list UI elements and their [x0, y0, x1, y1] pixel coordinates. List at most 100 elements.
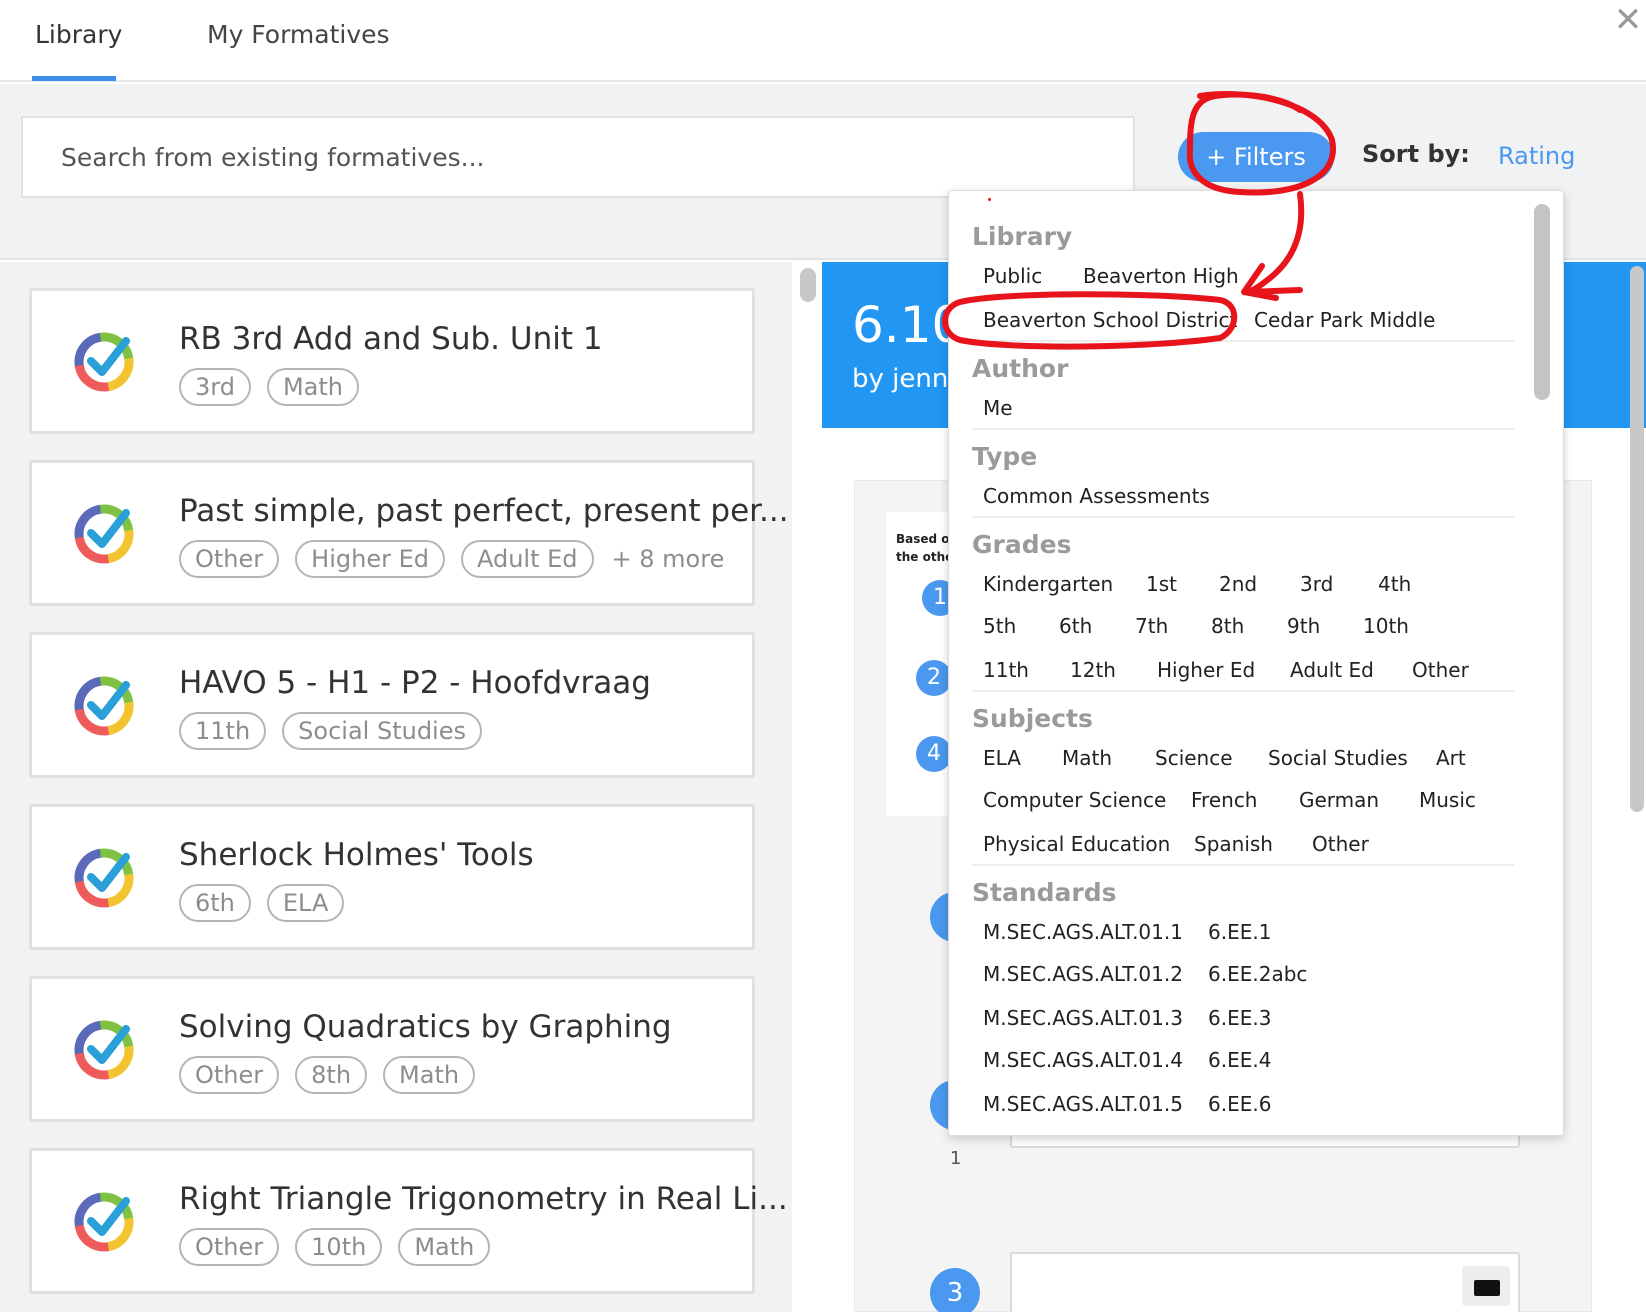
filter-option-grade[interactable]: 7th	[1135, 614, 1168, 638]
filter-option-subject[interactable]: Computer Science	[983, 788, 1166, 812]
filter-option-public[interactable]: Public	[983, 264, 1042, 288]
filter-option-subject[interactable]: Social Studies	[1268, 746, 1408, 770]
filter-option-grade[interactable]: Other	[1412, 658, 1469, 682]
subject-tag: Math	[383, 1056, 476, 1094]
grade-tag: 6th	[179, 884, 251, 922]
question-number-badge[interactable]: 4	[916, 736, 952, 772]
filter-option-subject[interactable]: ELA	[983, 746, 1021, 770]
tab-bar: Library My Formatives ✕	[0, 0, 1646, 82]
question-number-badge[interactable]: 3	[930, 1268, 980, 1312]
filter-option-grade[interactable]: Higher Ed	[1157, 658, 1255, 682]
filter-option-grade[interactable]: 10th	[1363, 614, 1409, 638]
filter-option-subject[interactable]: Other	[1312, 832, 1369, 856]
tag-list: Other 8th Math	[179, 1056, 476, 1094]
list-scrollbar[interactable]	[800, 268, 816, 302]
filter-option-grade[interactable]: 6th	[1059, 614, 1092, 638]
response-number: 1	[950, 1148, 962, 1169]
annotation-dot	[988, 198, 991, 201]
grade-tag: Other	[179, 1228, 280, 1266]
divider	[972, 428, 1514, 430]
filter-option-standard[interactable]: M.SEC.AGS.ALT.01.5	[983, 1092, 1183, 1116]
formative-logo-icon	[74, 676, 134, 736]
formative-logo-icon	[74, 1192, 134, 1252]
keyboard-icon[interactable]	[1462, 1266, 1510, 1306]
search-input[interactable]	[23, 118, 1133, 196]
filter-option-beaverton-high[interactable]: Beaverton High	[1083, 264, 1239, 288]
filter-option-subject[interactable]: Spanish	[1194, 832, 1273, 856]
filter-option-grade[interactable]: Adult Ed	[1290, 658, 1374, 682]
sort-dropdown[interactable]: Rating	[1498, 142, 1575, 170]
formative-card[interactable]: Sherlock Holmes' Tools 6th ELA	[29, 804, 755, 950]
formative-logo-icon	[74, 504, 134, 564]
filter-option-me[interactable]: Me	[983, 396, 1013, 420]
filter-option-subject[interactable]: Music	[1419, 788, 1476, 812]
filter-option-standard[interactable]: 6.EE.1	[1208, 920, 1271, 944]
grade-tag: Adult Ed	[460, 540, 594, 578]
formative-card[interactable]: Solving Quadratics by Graphing Other 8th…	[29, 976, 755, 1122]
subject-tag: Math	[398, 1228, 491, 1266]
filter-section-grades: Grades	[972, 530, 1072, 559]
grade-tag: Other	[179, 1056, 280, 1094]
filter-option-grade[interactable]: 12th	[1070, 658, 1116, 682]
search-box	[21, 116, 1135, 198]
filters-button[interactable]: + Filters	[1178, 132, 1334, 182]
tab-my-formatives[interactable]: My Formatives	[207, 20, 390, 49]
formative-logo-icon	[74, 332, 134, 392]
answer-box[interactable]	[1010, 1252, 1520, 1312]
filter-section-library: Library	[972, 222, 1073, 251]
filter-option-grade[interactable]: 9th	[1287, 614, 1320, 638]
tag-list: 6th ELA	[179, 884, 345, 922]
sort-label: Sort by:	[1362, 140, 1470, 168]
grade-tag: 3rd	[179, 368, 251, 406]
filter-option-standard[interactable]: M.SEC.AGS.ALT.01.2	[983, 962, 1183, 986]
filter-option-standard[interactable]: 6.EE.6	[1208, 1092, 1271, 1116]
tab-library[interactable]: Library	[35, 20, 122, 49]
filter-option-subject[interactable]: Science	[1155, 746, 1233, 770]
grade-tag: Higher Ed	[295, 540, 445, 578]
filter-option-grade[interactable]: Kindergarten	[983, 572, 1113, 596]
filter-option-standard[interactable]: 6.EE.4	[1208, 1048, 1271, 1072]
formative-title: Solving Quadratics by Graphing	[179, 1009, 672, 1045]
filter-option-subject[interactable]: Math	[1062, 746, 1112, 770]
filter-option-standard[interactable]: M.SEC.AGS.ALT.01.1	[983, 920, 1183, 944]
filter-option-subject[interactable]: French	[1191, 788, 1257, 812]
formative-card[interactable]: Right Triangle Trigonometry in Real Li..…	[29, 1148, 788, 1294]
filter-option-common-assessments[interactable]: Common Assessments	[983, 484, 1210, 508]
grade-tag: Other	[179, 540, 280, 578]
filter-option-cedar-park-middle[interactable]: Cedar Park Middle	[1254, 308, 1435, 332]
divider	[972, 864, 1514, 866]
filter-option-subject[interactable]: German	[1299, 788, 1379, 812]
filter-option-grade[interactable]: 3rd	[1300, 572, 1333, 596]
filter-section-type: Type	[972, 442, 1038, 471]
filter-option-standard[interactable]: M.SEC.AGS.ALT.01.4	[983, 1048, 1183, 1072]
filter-option-grade[interactable]: 1st	[1146, 572, 1177, 596]
filter-option-grade[interactable]: 11th	[983, 658, 1029, 682]
subject-tag: Social Studies	[282, 712, 482, 750]
more-tags-count: + 8 more	[611, 545, 725, 573]
question-number-badge[interactable]: 2	[916, 660, 952, 696]
formative-card[interactable]: Past simple, past perfect, present per..…	[29, 460, 789, 606]
formative-card[interactable]: HAVO 5 - H1 - P2 - Hoofdvraag 11th Socia…	[29, 632, 755, 778]
filter-option-standard[interactable]: M.SEC.AGS.ALT.01.3	[983, 1006, 1183, 1030]
grade-tag: 10th	[295, 1228, 383, 1266]
filter-option-grade[interactable]: 5th	[983, 614, 1016, 638]
formative-card[interactable]: RB 3rd Add and Sub. Unit 1 3rd Math	[29, 288, 755, 434]
close-icon[interactable]: ✕	[1610, 0, 1646, 40]
filter-option-grade[interactable]: 2nd	[1219, 572, 1257, 596]
filter-option-standard[interactable]: 6.EE.3	[1208, 1006, 1271, 1030]
filter-option-grade[interactable]: 4th	[1378, 572, 1411, 596]
filter-option-standard[interactable]: 6.EE.2abc	[1208, 962, 1307, 986]
formative-title: Sherlock Holmes' Tools	[179, 837, 534, 873]
formative-logo-icon	[74, 848, 134, 908]
preview-scrollbar[interactable]	[1630, 266, 1644, 812]
filter-option-subject[interactable]: Physical Education	[983, 832, 1170, 856]
grade-tag: 11th	[179, 712, 267, 750]
filter-option-subject[interactable]: Art	[1436, 746, 1466, 770]
formative-title: Right Triangle Trigonometry in Real Li..…	[179, 1181, 788, 1217]
filter-section-author: Author	[972, 354, 1069, 383]
filter-option-grade[interactable]: 8th	[1211, 614, 1244, 638]
filter-option-beaverton-school-district[interactable]: Beaverton School District	[983, 308, 1237, 332]
active-tab-indicator	[32, 76, 116, 81]
preview-title: 6.10	[852, 296, 964, 354]
filters-scrollbar[interactable]	[1534, 204, 1550, 400]
